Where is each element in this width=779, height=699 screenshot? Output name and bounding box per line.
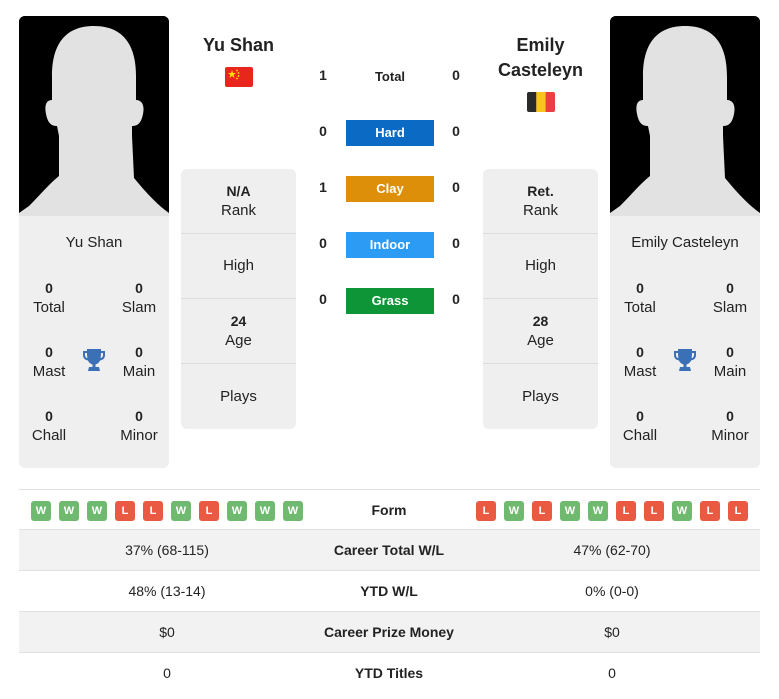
player2-plays: Plays <box>522 387 559 405</box>
h2h-indoor-p1: 0 <box>319 235 327 251</box>
player1-photo <box>19 16 169 216</box>
player2-card: Emily Casteleyn 0 Total 0 Slam 0 Mast 0 … <box>610 216 760 468</box>
player1-card-name: Yu Shan <box>65 234 123 251</box>
player2-titles-slam: 0 Slam <box>712 280 748 316</box>
player2-form-badge-loss: L <box>616 501 636 521</box>
surface-grass[interactable]: Grass <box>346 288 434 314</box>
player2-photo <box>610 16 760 216</box>
h2h-clay-p1: 1 <box>319 179 327 195</box>
player1-card: Yu Shan 0 Total 0 Slam 0 Mast 0 Main 0 C… <box>19 216 169 468</box>
player2-ytd-wl: 0% (0-0) <box>585 583 639 599</box>
player1-titles-mast: 0 Mast <box>32 344 66 380</box>
player1-form-badge-loss: L <box>115 501 135 521</box>
player2-titles-mast: 0 Mast <box>623 344 657 380</box>
h2h-hard-p2: 0 <box>452 123 460 139</box>
h2h-total-p1: 1 <box>319 67 327 83</box>
player2-info: Ret. Rank High 28 Age Plays <box>483 169 598 429</box>
player1-titles-chall: 0 Chall <box>31 408 67 444</box>
surface-clay[interactable]: Clay <box>346 176 434 202</box>
player2-form-badge-win: W <box>560 501 580 521</box>
player1-titles-main: 0 Main <box>122 344 156 380</box>
player1-name[interactable]: Yu Shan <box>181 33 296 58</box>
player1-career-wl: 37% (68-115) <box>125 542 209 558</box>
stats-row-prize-money: $0 Career Prize Money $0 <box>19 612 760 653</box>
form-row: WWWLLWLWWW Form LWLWWLLWLL <box>19 489 760 530</box>
player2-titles-total: 0 Total <box>624 280 656 316</box>
stat-label: Career Total W/L <box>333 542 445 558</box>
silhouette-icon <box>610 16 760 216</box>
stats-row-ytd-wl: 48% (13-14) YTD W/L 0% (0-0) <box>19 571 760 612</box>
player1-form-badge-win: W <box>255 501 275 521</box>
player1-plays: Plays <box>220 387 257 405</box>
player1-form-badge-win: W <box>283 501 303 521</box>
stat-label: Career Prize Money <box>324 624 454 640</box>
player1-rank: N/A Rank <box>181 169 296 234</box>
player2-form-badge-win: W <box>588 501 608 521</box>
player1-form-badge-loss: L <box>199 501 219 521</box>
player2-form-badge-loss: L <box>532 501 552 521</box>
trophy-icon <box>672 347 698 373</box>
player1-form-badge-win: W <box>171 501 191 521</box>
player2-form-badge-loss: L <box>700 501 720 521</box>
belgium-flag-icon <box>527 92 555 112</box>
player1-form-badge-win: W <box>59 501 79 521</box>
h2h-clay-p2: 0 <box>452 179 460 195</box>
form-label: Form <box>371 502 407 518</box>
silhouette-icon <box>19 16 169 216</box>
player1-form-badge-win: W <box>31 501 51 521</box>
china-flag-icon <box>225 67 253 87</box>
player2-form-badge-loss: L <box>644 501 664 521</box>
h2h-grass-p1: 0 <box>319 291 327 307</box>
player2-form-badge-loss: L <box>476 501 496 521</box>
player2-form-badge-loss: L <box>728 501 748 521</box>
player2-name[interactable]: Emily Casteleyn <box>483 33 598 83</box>
player2-career-wl: 47% (62-70) <box>573 542 651 558</box>
player1-info: N/A Rank High 24 Age Plays <box>181 169 296 429</box>
h2h-hard-p1: 0 <box>319 123 327 139</box>
player1-form-badge-loss: L <box>143 501 163 521</box>
player2-ytd-titles: 0 <box>608 665 616 681</box>
stats-row-career-wl: 37% (68-115) Career Total W/L 47% (62-70… <box>19 530 760 571</box>
h2h-total-p2: 0 <box>452 67 460 83</box>
player1-high: High <box>181 234 296 299</box>
player2-prize-money: $0 <box>604 624 620 640</box>
surface-hard[interactable]: Hard <box>346 120 434 146</box>
stats-row-ytd-titles: 0 YTD Titles 0 <box>19 653 760 694</box>
player2-rank: Ret. Rank <box>483 169 598 234</box>
player2-titles-main: 0 Main <box>713 344 747 380</box>
player1-ytd-wl: 48% (13-14) <box>128 583 206 599</box>
h2h-total-label: Total <box>374 69 406 84</box>
stat-label: YTD Titles <box>354 665 424 681</box>
player1-titles-minor: 0 Minor <box>120 408 158 444</box>
player2-titles-minor: 0 Minor <box>711 408 749 444</box>
stat-label: YTD W/L <box>360 583 418 599</box>
player1-age: 24 Age <box>181 299 296 364</box>
player2-form-badge-win: W <box>672 501 692 521</box>
player1-prize-money: $0 <box>159 624 175 640</box>
player2-titles-chall: 0 Chall <box>622 408 658 444</box>
player1-ytd-titles: 0 <box>163 665 171 681</box>
h2h-indoor-p2: 0 <box>452 235 460 251</box>
player2-age: 28 Age <box>483 299 598 364</box>
surface-indoor[interactable]: Indoor <box>346 232 434 258</box>
trophy-icon <box>81 347 107 373</box>
player1-form-badge-win: W <box>87 501 107 521</box>
player1-titles-total: 0 Total <box>33 280 65 316</box>
player1-form-badge-win: W <box>227 501 247 521</box>
player1-titles-slam: 0 Slam <box>121 280 157 316</box>
player2-card-name: Emily Casteleyn <box>631 234 739 251</box>
player2-high: High <box>483 234 598 299</box>
h2h-grass-p2: 0 <box>452 291 460 307</box>
player2-form-badge-win: W <box>504 501 524 521</box>
